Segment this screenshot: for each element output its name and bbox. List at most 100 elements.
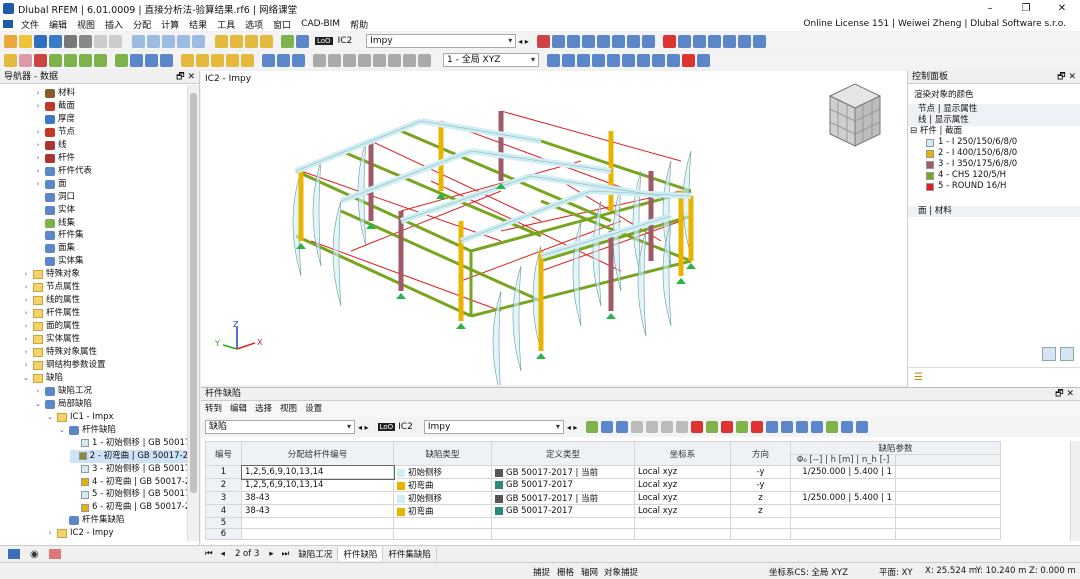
views-tab-icon[interactable]	[48, 549, 61, 559]
move-icon[interactable]	[566, 34, 580, 48]
measure-icon[interactable]	[115, 53, 128, 67]
nav-item[interactable]: › 面的属性	[22, 320, 80, 333]
cell-extra[interactable]	[895, 478, 1001, 492]
expand-chevron-icon[interactable]: ›	[46, 527, 54, 540]
nav-item[interactable]: 面集	[34, 242, 75, 255]
table-prev-next-icon[interactable]: ◂ ▸	[358, 423, 369, 432]
cell-dir[interactable]: z	[730, 491, 791, 505]
table-row[interactable]: 5	[205, 517, 1001, 529]
offset-icon[interactable]	[313, 53, 326, 67]
nav-item[interactable]: 洞口	[34, 191, 75, 204]
cell-no[interactable]: 2	[205, 478, 242, 492]
nav-item[interactable]: › 材料	[34, 87, 75, 100]
table-row[interactable]: 4 38-43 初弯曲 GB 50017-2017 Local xyz z	[205, 504, 1001, 518]
cell-cs[interactable]: Local xyz	[634, 504, 731, 518]
cell-members[interactable]: 38-43	[241, 504, 394, 518]
cell-members[interactable]	[241, 528, 394, 540]
table-menu-goto[interactable]: 转到	[205, 401, 222, 417]
grid-icon[interactable]	[737, 34, 751, 48]
cell-imp_type[interactable]: 初弯曲	[393, 478, 492, 492]
nav-item[interactable]: › 杆件代表	[34, 165, 92, 178]
cell-no[interactable]: 4	[205, 504, 242, 518]
copy-legend-icon[interactable]	[1060, 347, 1074, 361]
nav-item[interactable]: › 线	[34, 139, 67, 152]
wireframe-icon[interactable]	[622, 53, 635, 67]
print-icon[interactable]	[64, 34, 77, 48]
calc-icon[interactable]	[215, 34, 228, 48]
navigator-scroll-thumb[interactable]	[190, 93, 197, 493]
cell-imp_type[interactable]: 初始侧移	[393, 491, 492, 505]
nav-item[interactable]: 3 - 初始侧移 | GB 50017	[70, 463, 188, 476]
delete-icon[interactable]	[682, 53, 695, 67]
nav-item[interactable]: 6 - 初弯曲 | GB 50017-2	[70, 501, 188, 514]
nav-item[interactable]: › 特殊对象属性	[22, 346, 97, 359]
point-icon[interactable]	[181, 53, 194, 67]
nav-item[interactable]: › 缺陷工况	[34, 385, 92, 398]
cell-members[interactable]: 1,2,5,6,9,10,13,14	[241, 478, 394, 492]
cell-params[interactable]	[790, 504, 896, 518]
menu-options[interactable]: 选项	[240, 18, 268, 31]
member-icon[interactable]	[34, 53, 47, 67]
members-section-row[interactable]: ⊟ 杆件 | 截面	[908, 126, 1080, 137]
plate-icon[interactable]	[226, 53, 239, 67]
expand-chevron-icon[interactable]: ›	[22, 294, 30, 307]
nodes-display-row[interactable]: 节点 | 显示属性	[908, 104, 1080, 115]
cell-imp_type[interactable]: 初弯曲	[393, 504, 492, 518]
filter-icon[interactable]	[586, 421, 599, 433]
maximize-button[interactable]: ❐	[1008, 0, 1044, 17]
axis-icon[interactable]	[707, 34, 721, 48]
load-line-icon[interactable]	[79, 53, 92, 67]
nav-item[interactable]: › 节点	[34, 126, 75, 139]
panel-pin-icon[interactable]: 🗗 ✕	[176, 71, 195, 84]
display-tab-icon[interactable]: ◉	[30, 549, 39, 560]
nav-item[interactable]: 杆件集缺陷	[58, 514, 125, 527]
split-icon[interactable]	[262, 53, 275, 67]
column-icon[interactable]	[196, 53, 209, 67]
window-layout-icon[interactable]	[132, 34, 145, 48]
menu-view[interactable]: 视图	[72, 18, 100, 31]
format-icon[interactable]	[811, 421, 824, 433]
cell-params[interactable]	[790, 528, 896, 540]
nav-item[interactable]: 厚度	[34, 113, 75, 126]
cube-icon[interactable]	[677, 34, 691, 48]
minimize-button[interactable]: –	[972, 0, 1008, 17]
navigator-scrollbar[interactable]	[187, 85, 199, 541]
expand-chevron-icon[interactable]: ›	[22, 359, 30, 372]
view-front-icon[interactable]	[562, 53, 575, 67]
delete-row-icon[interactable]	[676, 421, 689, 433]
cell-dir[interactable]: -y	[730, 465, 791, 479]
clear-icon[interactable]	[662, 34, 676, 48]
decimals-icon[interactable]	[856, 421, 869, 433]
legend-icon[interactable]	[1042, 347, 1056, 361]
select-icon[interactable]	[601, 421, 614, 433]
cell-def[interactable]: GB 50017-2017	[491, 478, 635, 492]
prev-case-icon[interactable]: ◂ ▸	[518, 37, 529, 46]
view-flip-icon[interactable]	[418, 53, 431, 67]
menu-results[interactable]: 结果	[184, 18, 212, 31]
nav-item[interactable]: 杆件集	[34, 229, 84, 242]
table-case-nav-icon[interactable]: ◂ ▸	[567, 423, 578, 432]
extend-icon[interactable]	[292, 53, 305, 67]
expand-chevron-icon[interactable]: ›	[34, 165, 42, 178]
graph-icon[interactable]	[781, 421, 794, 433]
view-top-icon[interactable]	[592, 53, 605, 67]
view-select[interactable]: 1 - 全局 XYZ	[443, 53, 539, 67]
render-icon[interactable]	[607, 53, 620, 67]
select-icon[interactable]	[551, 34, 565, 48]
nav-item[interactable]: › 杆件	[34, 152, 75, 165]
table-case-select[interactable]: Impy	[423, 420, 564, 434]
cell-params[interactable]	[790, 517, 896, 529]
cell-members[interactable]: 38-43	[241, 491, 394, 505]
coord-icon[interactable]	[722, 34, 736, 48]
insert-row-icon[interactable]	[661, 421, 674, 433]
menu-cad-bim[interactable]: CAD-BIM	[296, 19, 345, 29]
pick-icon[interactable]	[616, 421, 629, 433]
table-menu-settings[interactable]: 设置	[305, 401, 322, 417]
cell-dir[interactable]	[730, 517, 791, 529]
save-icon[interactable]	[49, 34, 62, 48]
guide-icon[interactable]	[641, 34, 655, 48]
cell-no[interactable]: 3	[205, 491, 242, 505]
expand-chevron-icon[interactable]: ›	[22, 333, 30, 346]
array-icon[interactable]	[160, 53, 173, 67]
chain-icon[interactable]	[343, 53, 356, 67]
